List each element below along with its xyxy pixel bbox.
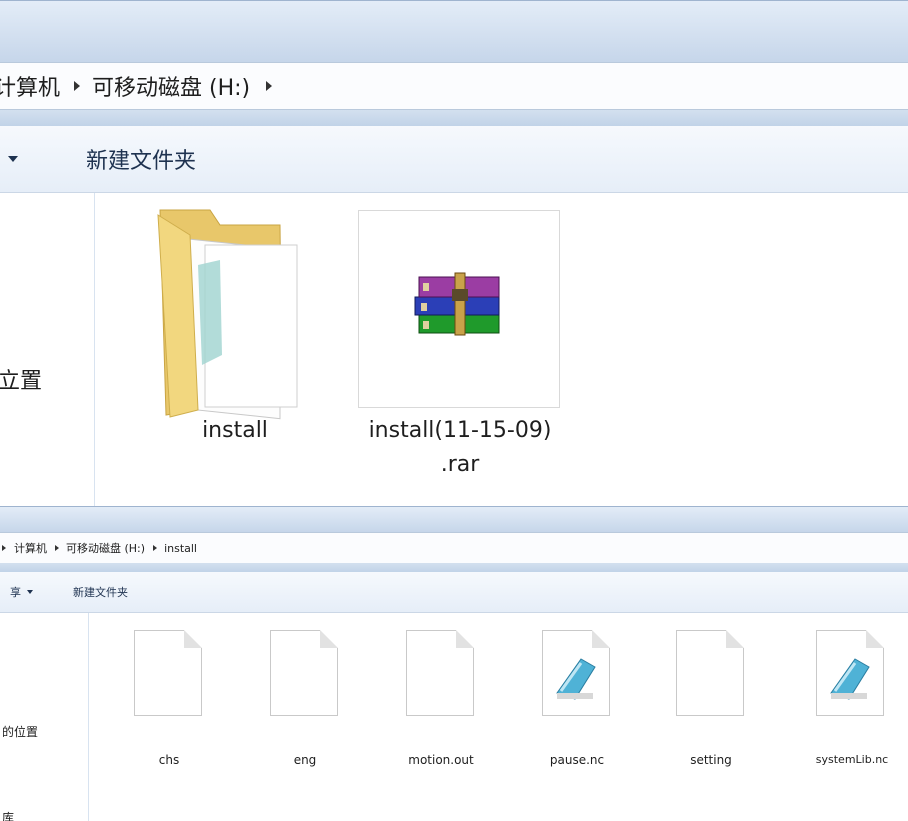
file-name: eng xyxy=(293,753,317,767)
nav-item-recent-places[interactable]: 的位置 xyxy=(2,723,38,740)
file-name: systemLib.nc xyxy=(815,753,889,766)
blank-file-icon xyxy=(676,630,744,716)
notepad-icon xyxy=(830,658,870,700)
breadcrumb-arrow-icon[interactable] xyxy=(74,81,81,91)
title-bar xyxy=(0,506,908,532)
file-name: install xyxy=(202,418,268,443)
navigation-pane: 的位置 库 xyxy=(0,613,88,821)
organize-dropdown[interactable] xyxy=(8,156,18,162)
pane-divider[interactable] xyxy=(88,613,89,821)
blank-file-icon xyxy=(270,630,338,716)
breadcrumb-arrow-icon[interactable] xyxy=(266,81,273,91)
breadcrumb-drive-h[interactable]: 可移动磁盘 (H:) xyxy=(92,70,250,102)
separator xyxy=(0,563,908,572)
breadcrumb-drive-h[interactable]: 可移动磁盘 (H:) xyxy=(66,540,145,556)
explorer-window-top: 计算机 可移动磁盘 (H:) 新建文件夹 立置 install install(… xyxy=(0,0,908,506)
chevron-down-icon xyxy=(8,156,18,162)
folder-icon xyxy=(157,209,298,420)
chevron-down-icon xyxy=(27,590,33,594)
file-item-install-rar[interactable] xyxy=(358,210,560,408)
file-item-chs[interactable]: chs xyxy=(114,626,224,776)
share-label: 享 xyxy=(10,586,21,599)
folder-item-install[interactable]: install xyxy=(140,200,330,460)
title-bar xyxy=(0,0,908,62)
navigation-pane: 立置 xyxy=(0,193,94,506)
notepad-icon xyxy=(556,658,596,700)
file-item-systemlib-nc[interactable]: systemLib.nc xyxy=(796,626,908,776)
new-folder-button[interactable]: 新建文件夹 xyxy=(73,584,128,600)
new-folder-button[interactable]: 新建文件夹 xyxy=(86,143,196,175)
breadcrumb-computer[interactable]: 计算机 xyxy=(14,540,47,556)
explorer-window-bottom: 计算机 可移动磁盘 (H:) install 享 新建文件夹 的位置 库 chs… xyxy=(0,506,908,821)
file-item-eng[interactable]: eng xyxy=(250,626,360,776)
breadcrumb-arrow-icon[interactable] xyxy=(153,545,158,551)
pane-divider[interactable] xyxy=(94,193,95,506)
file-item-setting[interactable]: setting xyxy=(656,626,766,776)
nav-item-recent-places[interactable]: 立置 xyxy=(0,363,42,395)
address-bar[interactable]: 计算机 可移动磁盘 (H:) install xyxy=(0,532,908,564)
file-name-line2: .rar xyxy=(440,452,480,477)
breadcrumb-arrow-icon[interactable] xyxy=(55,545,59,551)
file-name: pause.nc xyxy=(549,753,605,767)
toolbar: 新建文件夹 xyxy=(0,126,908,193)
file-item-motion-out[interactable]: motion.out xyxy=(386,626,496,776)
file-item-pause-nc[interactable]: pause.nc xyxy=(522,626,632,776)
breadcrumb-computer[interactable]: 计算机 xyxy=(0,70,60,102)
file-caption-install-rar: install(11-15-09) .rar xyxy=(340,414,580,482)
file-name: setting xyxy=(690,753,732,767)
toolbar: 享 新建文件夹 xyxy=(0,572,908,613)
breadcrumb-install[interactable]: install xyxy=(164,542,197,555)
file-name-line1: install(11-15-09) xyxy=(368,418,552,443)
blank-file-icon xyxy=(134,630,202,716)
address-bar[interactable]: 计算机 可移动磁盘 (H:) xyxy=(0,62,908,110)
breadcrumb-arrow-icon[interactable] xyxy=(2,545,6,551)
nav-item-libraries[interactable]: 库 xyxy=(2,809,14,821)
file-name: chs xyxy=(158,753,180,767)
notepad-file-icon xyxy=(816,630,884,716)
share-dropdown[interactable]: 享 xyxy=(10,584,33,600)
separator xyxy=(0,110,908,126)
notepad-file-icon xyxy=(542,630,610,716)
file-name: motion.out xyxy=(408,753,474,767)
blank-file-icon xyxy=(406,630,474,716)
winrar-archive-icon xyxy=(414,272,500,336)
